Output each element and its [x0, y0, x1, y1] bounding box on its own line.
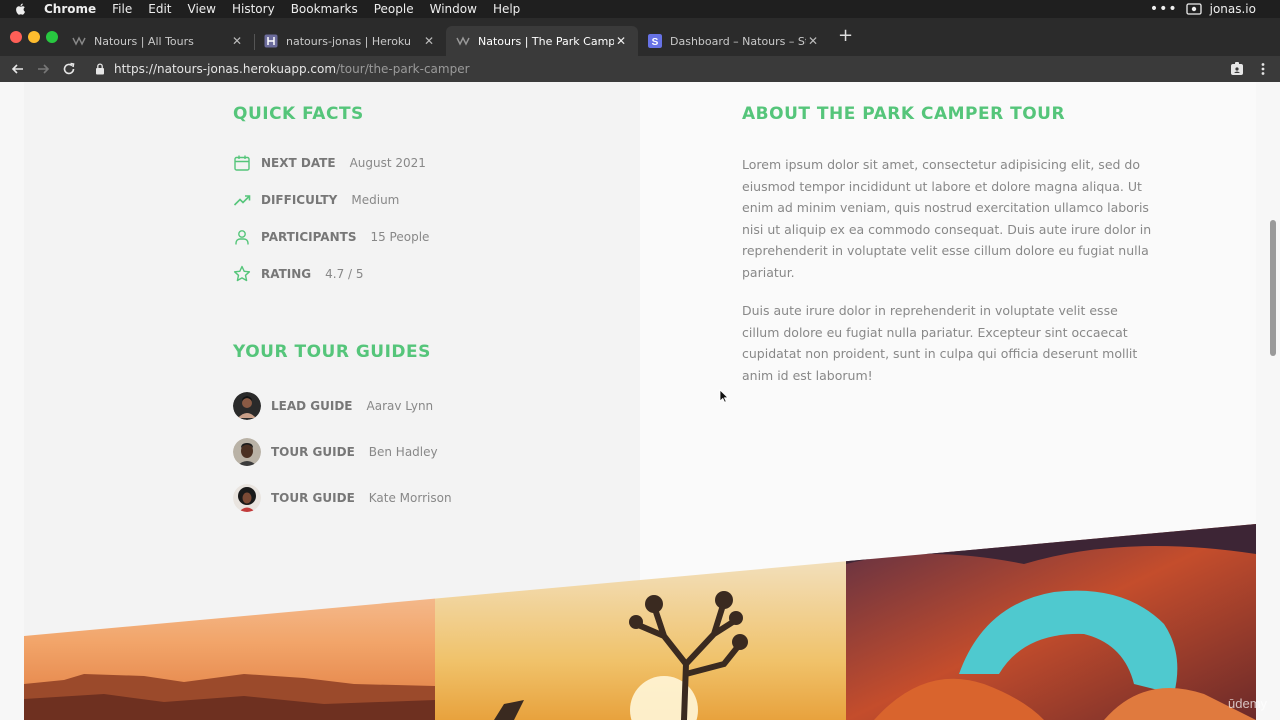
mac-menu-bar: Chrome File Edit View History Bookmarks …: [0, 0, 1280, 18]
minimize-window-button[interactable]: [28, 31, 40, 43]
url-path: /tour/the-park-camper: [336, 62, 470, 76]
star-icon: [233, 265, 251, 282]
account-name[interactable]: jonas.io: [1210, 2, 1256, 16]
trending-up-icon: [233, 195, 251, 206]
menu-help[interactable]: Help: [493, 2, 520, 16]
menu-window[interactable]: Window: [430, 2, 477, 16]
guide-name: Ben Hadley: [368, 445, 438, 459]
fact-label: NEXT DATE: [261, 156, 336, 170]
tab-all-tours[interactable]: Natours | All Tours ✕: [62, 26, 254, 56]
url-host: https://natours-jonas.herokuapp.com: [114, 62, 337, 76]
menu-bookmarks[interactable]: Bookmarks: [291, 2, 358, 16]
close-tab-icon[interactable]: ✕: [806, 34, 820, 48]
tour-guides-heading: YOUR TOUR GUIDES: [233, 342, 431, 362]
natours-favicon-icon: [72, 36, 86, 46]
gallery-picture-1: [24, 524, 435, 720]
user-icon: [235, 230, 249, 245]
screen-record-icon[interactable]: [1185, 3, 1202, 15]
scrollbar-track[interactable]: [1256, 82, 1280, 720]
menu-history[interactable]: History: [232, 2, 275, 16]
address-bar[interactable]: https://natours-jonas.herokuapp.com/tour…: [114, 58, 470, 80]
reload-icon[interactable]: [61, 61, 77, 77]
guide-role: TOUR GUIDE: [271, 491, 355, 505]
tab-title: Dashboard – Natours – Stripe: [670, 34, 806, 48]
guide-role: TOUR GUIDE: [271, 445, 355, 459]
scrollbar-thumb[interactable]: [1270, 220, 1276, 356]
close-tab-icon[interactable]: ✕: [614, 34, 628, 48]
zoom-window-button[interactable]: [46, 31, 58, 43]
about-paragraph-1: Lorem ipsum dolor sit amet, consectetur …: [742, 157, 1152, 280]
menu-file[interactable]: File: [112, 2, 132, 16]
svg-text:S: S: [652, 37, 659, 48]
forward-arrow-icon[interactable]: [35, 61, 51, 77]
guide-role: LEAD GUIDE: [271, 399, 353, 413]
tab-park-camper[interactable]: Natours | The Park Camper To ✕: [446, 26, 638, 56]
extension-icon[interactable]: [1229, 61, 1245, 77]
tab-heroku[interactable]: natours-jonas | Heroku ✕: [254, 26, 446, 56]
fact-rating: RATING 4.7 / 5: [233, 264, 364, 284]
gallery-picture-2: [435, 524, 846, 720]
menu-view[interactable]: View: [188, 2, 216, 16]
fact-value: 4.7 / 5: [325, 267, 364, 281]
guide-tour-1: TOUR GUIDE Ben Hadley: [233, 438, 438, 466]
tab-title: Natours | All Tours: [94, 34, 194, 48]
avatar: [233, 392, 261, 420]
fact-label: DIFFICULTY: [261, 193, 338, 207]
new-tab-button[interactable]: +: [838, 26, 853, 46]
gallery-picture-3: [846, 524, 1256, 720]
avatar: [233, 484, 261, 512]
about-paragraph-2: Duis aute irure dolor in reprehenderit i…: [742, 303, 1138, 383]
back-arrow-icon[interactable]: [10, 61, 26, 77]
fact-label: PARTICIPANTS: [261, 230, 357, 244]
menubar-status: ••• jonas.io: [1150, 1, 1256, 17]
stripe-favicon-icon: S: [648, 34, 662, 48]
tab-title: natours-jonas | Heroku: [286, 34, 411, 48]
mouse-cursor-icon: [719, 389, 729, 403]
guide-lead: LEAD GUIDE Aarav Lynn: [233, 392, 433, 420]
menu-people[interactable]: People: [374, 2, 414, 16]
close-window-button[interactable]: [10, 31, 22, 43]
udemy-watermark: ūdemy: [1228, 696, 1268, 711]
menu-chrome[interactable]: Chrome: [44, 2, 96, 16]
natours-favicon-icon: [456, 36, 470, 46]
fact-value: Medium: [351, 193, 400, 207]
fact-participants: PARTICIPANTS 15 People: [233, 227, 429, 247]
apple-logo-icon[interactable]: [14, 2, 28, 16]
tab-stripe-dashboard[interactable]: S Dashboard – Natours – Stripe ✕: [638, 26, 830, 56]
tour-picture-gallery: [24, 524, 1256, 720]
heroku-favicon-icon: [264, 34, 278, 48]
fact-next-date: NEXT DATE August 2021: [233, 153, 426, 173]
about-heading: ABOUT THE PARK CAMPER TOUR: [742, 104, 1066, 124]
fact-value: 15 People: [370, 230, 430, 244]
quick-facts-heading: QUICK FACTS: [233, 104, 364, 124]
browser-toolbar: https://natours-jonas.herokuapp.com/tour…: [0, 56, 1280, 82]
guide-name: Aarav Lynn: [366, 399, 434, 413]
calendar-icon: [234, 155, 250, 171]
close-tab-icon[interactable]: ✕: [230, 34, 244, 48]
fact-label: RATING: [261, 267, 312, 281]
browser-tab-strip: Natours | All Tours ✕ natours-jonas | He…: [0, 18, 1280, 56]
lock-icon[interactable]: [94, 62, 106, 76]
avatar: [233, 438, 261, 466]
close-tab-icon[interactable]: ✕: [422, 34, 436, 48]
fact-difficulty: DIFFICULTY Medium: [233, 190, 399, 210]
tab-title: Natours | The Park Camper To: [478, 34, 614, 48]
menu-edit[interactable]: Edit: [148, 2, 171, 16]
guide-name: Kate Morrison: [368, 491, 452, 505]
guide-tour-2: TOUR GUIDE Kate Morrison: [233, 484, 452, 512]
kebab-menu-icon[interactable]: [1255, 61, 1271, 77]
more-icon[interactable]: •••: [1150, 1, 1178, 17]
fact-value: August 2021: [349, 156, 426, 170]
